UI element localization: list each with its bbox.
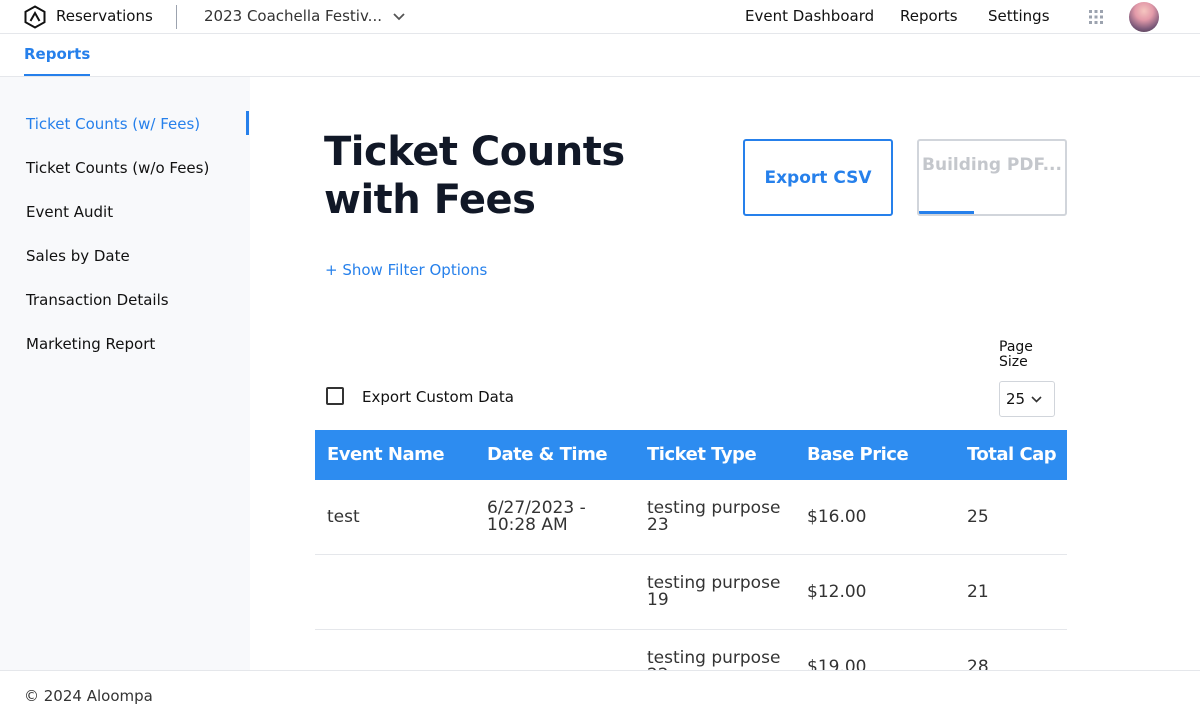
sidebar-item-ticket-counts-without-fees[interactable]: Ticket Counts (w/o Fees) [26, 159, 209, 177]
table-header: Event Name Date & Time Ticket Type Base … [315, 430, 1067, 480]
nav-reports[interactable]: Reports [900, 7, 958, 25]
export-csv-button[interactable]: Export CSV [743, 139, 893, 216]
sidebar-item-marketing-report[interactable]: Marketing Report [26, 335, 155, 353]
avatar[interactable] [1129, 2, 1159, 32]
column-header-total-cap[interactable]: Total Cap [967, 444, 1057, 465]
top-bar: Reservations 2023 Coachella Festiv... Ev… [0, 0, 1200, 34]
logo-icon[interactable] [23, 5, 47, 29]
app-name[interactable]: Reservations [56, 7, 153, 25]
table-row: testing purpose 19 $12.00 21 [315, 555, 1067, 630]
event-selector[interactable]: 2023 Coachella Festiv... [204, 7, 405, 25]
cell-ticket-type: testing purpose 23 [647, 498, 781, 535]
export-custom-data-checkbox[interactable] [326, 387, 344, 405]
sidebar-item-ticket-counts-with-fees[interactable]: Ticket Counts (w/ Fees) [26, 115, 200, 133]
show-filter-options-link[interactable]: + Show Filter Options [325, 261, 487, 279]
nav-settings[interactable]: Settings [988, 7, 1050, 25]
sidebar-item-sales-by-date[interactable]: Sales by Date [26, 247, 130, 265]
table-row: test 6/27/2023 - 10:28 AM testing purpos… [315, 480, 1067, 555]
building-pdf-button: Building PDF... [917, 139, 1067, 216]
building-pdf-label: Building PDF... [922, 155, 1062, 175]
column-header-date-time[interactable]: Date & Time [487, 444, 608, 465]
table-row: testing purpose 22 $19.00 28 [315, 630, 1067, 671]
header-divider [176, 5, 177, 29]
cell-total-cap: 21 [967, 582, 989, 602]
cell-event-name: test [327, 507, 360, 527]
grid-icon[interactable] [1089, 10, 1103, 24]
column-header-base-price[interactable]: Base Price [807, 444, 909, 465]
ticket-counts-table: Event Name Date & Time Ticket Type Base … [315, 430, 1067, 670]
column-header-ticket-type[interactable]: Ticket Type [647, 444, 757, 465]
copyright-text: © 2024 Aloompa [24, 687, 153, 705]
page-size-value: 25 [1006, 390, 1026, 408]
sidebar: Ticket Counts (w/ Fees) Ticket Counts (w… [0, 77, 250, 670]
export-custom-data-label: Export Custom Data [362, 388, 514, 406]
tab-reports[interactable]: Reports [24, 45, 91, 76]
chevron-down-icon [1031, 395, 1042, 403]
cell-total-cap: 28 [967, 657, 989, 671]
footer: © 2024 Aloompa [0, 670, 1200, 720]
page-size-select[interactable]: 25 [999, 381, 1055, 417]
cell-ticket-type: testing purpose 22 [647, 648, 781, 671]
chevron-down-icon [393, 13, 405, 21]
cell-total-cap: 25 [967, 507, 989, 527]
sidebar-item-transaction-details[interactable]: Transaction Details [26, 291, 169, 309]
page-title: Ticket Counts with Fees [324, 129, 625, 223]
nav-event-dashboard[interactable]: Event Dashboard [745, 7, 874, 25]
cell-ticket-type: testing purpose 19 [647, 573, 781, 610]
event-selector-label: 2023 Coachella Festiv... [204, 7, 382, 25]
cell-base-price: $19.00 [807, 657, 867, 671]
cell-base-price: $16.00 [807, 507, 867, 527]
cell-base-price: $12.00 [807, 582, 867, 602]
page-size-label: Page Size [999, 339, 1033, 370]
pdf-progress-bar [919, 211, 975, 214]
column-header-event-name[interactable]: Event Name [327, 444, 445, 465]
cell-date-time: 6/27/2023 - 10:28 AM [487, 498, 586, 535]
sidebar-item-event-audit[interactable]: Event Audit [26, 203, 113, 221]
sidebar-active-indicator [246, 111, 249, 135]
sub-navigation: Reports [0, 34, 1200, 77]
